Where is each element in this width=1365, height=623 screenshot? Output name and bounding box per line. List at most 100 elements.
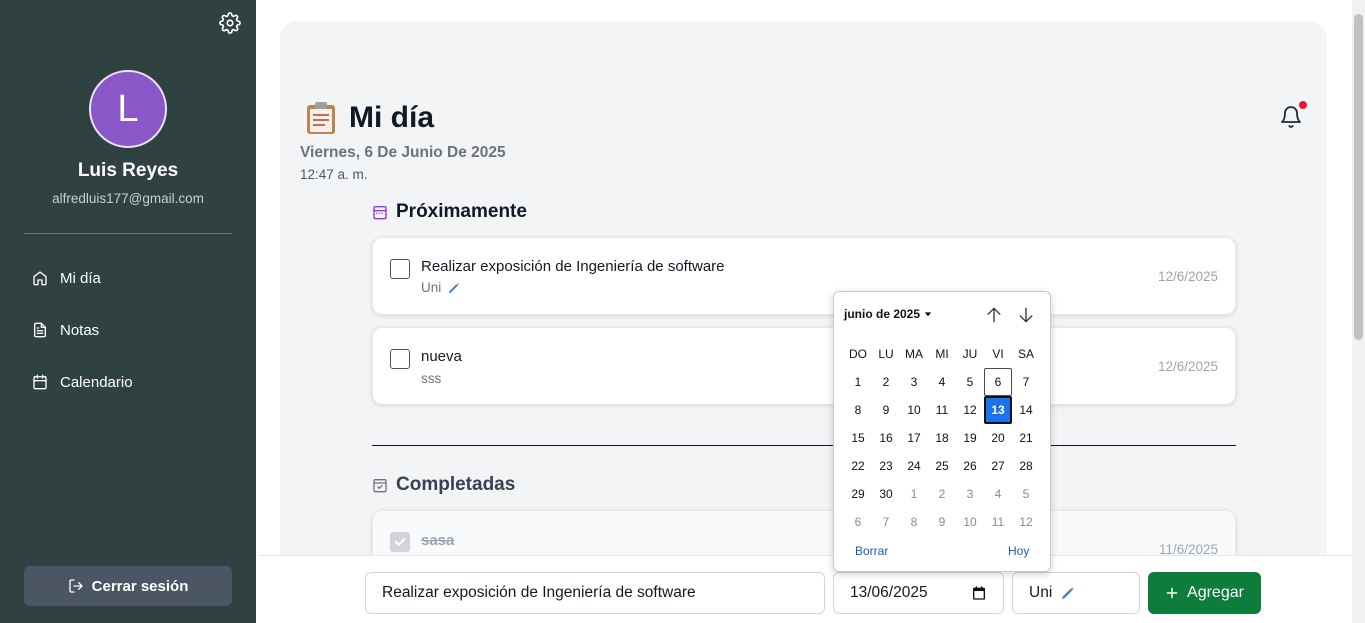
task-date: 12/6/2025 (1157, 269, 1218, 284)
sidebar-divider (24, 233, 232, 234)
calendar-day[interactable]: 1 (844, 368, 872, 396)
task-checkbox[interactable] (390, 349, 410, 369)
weekday-header: SA (1017, 347, 1034, 361)
task-title: Realizar exposición de Ingeniería de sof… (421, 258, 725, 275)
task-date: 12/6/2025 (1157, 359, 1218, 374)
calendar-day[interactable]: 8 (844, 396, 872, 424)
date-input[interactable]: 13/06/2025 (833, 572, 1004, 614)
weekday-header: VI (992, 347, 1004, 361)
calendar-day[interactable]: 26 (956, 452, 984, 480)
arrow-down-icon[interactable] (1016, 305, 1036, 325)
calendar-day[interactable]: 10 (900, 396, 928, 424)
check-icon (394, 538, 406, 546)
calendar-day[interactable]: 5 (1012, 480, 1040, 508)
task-checkbox[interactable] (390, 259, 410, 279)
calendar-day[interactable]: 3 (956, 480, 984, 508)
task-card[interactable]: nueva sss 12/6/2025 (372, 327, 1236, 405)
month-label: junio de 2025 (844, 307, 921, 321)
calendar-day[interactable]: 22 (844, 452, 872, 480)
task-checkbox-checked[interactable] (390, 532, 410, 552)
weekday-header: DO (849, 347, 867, 361)
calendar-day[interactable]: 7 (1012, 368, 1040, 396)
task-title: sasa (421, 532, 455, 549)
calendar-day[interactable]: 12 (956, 396, 984, 424)
calendar-events-icon (373, 206, 387, 220)
scrollbar-thumb[interactable] (1354, 14, 1363, 340)
task-category: Uni (421, 280, 461, 295)
calendar-day[interactable]: 24 (900, 452, 928, 480)
avatar: L (89, 70, 167, 148)
calendar-day[interactable]: 29 (844, 480, 872, 508)
calendar-day[interactable]: 4 (928, 368, 956, 396)
calendar-day[interactable]: 4 (984, 480, 1012, 508)
clipboard-icon (307, 102, 335, 134)
weekday-header: JU (962, 347, 978, 361)
task-input[interactable]: Realizar exposición de Ingeniería de sof… (365, 572, 825, 614)
logout-label: Cerrar sesión (91, 577, 189, 595)
completed-heading: Completadas (372, 474, 515, 496)
calendar-day[interactable]: 28 (1012, 452, 1040, 480)
user-email: alfredluis177@gmail.com (52, 191, 204, 206)
calendar-day[interactable]: 12 (1012, 508, 1040, 536)
task-category-label: sss (421, 371, 442, 386)
calendar-day[interactable]: 11 (984, 508, 1012, 536)
category-input[interactable]: Uni (1012, 572, 1140, 614)
page-header: Mi día (305, 101, 434, 135)
home-icon (33, 271, 47, 286)
calendar-day[interactable]: 7 (872, 508, 900, 536)
sidebar-item-label: Mi día (60, 269, 101, 287)
sidebar-item-notas[interactable]: Notas (32, 318, 99, 342)
calendar-day[interactable]: 3 (900, 368, 928, 396)
pencil-icon (449, 282, 460, 293)
task-title: nueva (421, 348, 462, 365)
add-task-button[interactable]: Agregar (1148, 572, 1261, 614)
calendar-icon[interactable] (971, 585, 987, 601)
sidebar-item-calendario[interactable]: Calendario (32, 370, 133, 394)
calendar-day[interactable]: 19 (956, 424, 984, 452)
calendar-day-today[interactable]: 6 (984, 368, 1012, 396)
calendar-day[interactable]: 18 (928, 424, 956, 452)
arrow-up-icon[interactable] (984, 305, 1004, 325)
logout-button[interactable]: Cerrar sesión (24, 566, 232, 606)
calendar-day[interactable]: 17 (900, 424, 928, 452)
calendar-day[interactable]: 9 (928, 508, 956, 536)
calendar-day[interactable]: 11 (928, 396, 956, 424)
task-card[interactable]: Realizar exposición de Ingeniería de sof… (372, 237, 1236, 315)
calendar-day[interactable]: 6 (844, 508, 872, 536)
calendar-grid: DO LU MA MI JU VI SA 1 2 3 4 5 6 7 8 9 10 11 12 13 14 15 16 17 1… (844, 340, 1044, 536)
calendar-day[interactable]: 9 (872, 396, 900, 424)
notification-dot (1299, 101, 1307, 109)
calendar-day-selected[interactable]: 13 (984, 396, 1012, 424)
calendar-day[interactable]: 21 (1012, 424, 1040, 452)
clear-date-button[interactable]: Borrar (855, 544, 888, 558)
calendar-day[interactable]: 23 (872, 452, 900, 480)
calendar-day[interactable]: 20 (984, 424, 1012, 452)
sidebar-item-mi-dia[interactable]: Mi día (32, 266, 101, 290)
upcoming-title: Próximamente (396, 201, 527, 222)
calendar-day[interactable]: 2 (928, 480, 956, 508)
date-input-value: 13/06/2025 (850, 584, 928, 601)
add-task-label: Agregar (1187, 584, 1244, 601)
weekday-header: LU (878, 347, 894, 361)
calendar-day[interactable]: 27 (984, 452, 1012, 480)
calendar-day[interactable]: 8 (900, 508, 928, 536)
sidebar: L Luis Reyes alfredluis177@gmail.com Mi … (0, 0, 256, 623)
current-date: Viernes, 6 De Junio De 2025 (300, 144, 506, 161)
calendar-day[interactable]: 5 (956, 368, 984, 396)
calendar-day[interactable]: 16 (872, 424, 900, 452)
calendar-day[interactable]: 2 (872, 368, 900, 396)
calendar-day[interactable]: 25 (928, 452, 956, 480)
task-category: sss (421, 371, 441, 386)
calendar-day[interactable]: 30 (872, 480, 900, 508)
calendar-day[interactable]: 1 (900, 480, 928, 508)
gear-icon[interactable] (219, 12, 241, 34)
page-title: Mi día (349, 101, 435, 134)
calendar-day[interactable]: 10 (956, 508, 984, 536)
calendar-day[interactable]: 14 (1012, 396, 1040, 424)
month-selector[interactable]: junio de 2025 (844, 307, 932, 321)
category-input-value: Uni (1029, 584, 1053, 601)
today-button[interactable]: Hoy (1008, 544, 1029, 558)
current-time: 12:47 a. m. (300, 167, 368, 182)
calendar-check-icon (373, 479, 387, 493)
calendar-day[interactable]: 15 (844, 424, 872, 452)
